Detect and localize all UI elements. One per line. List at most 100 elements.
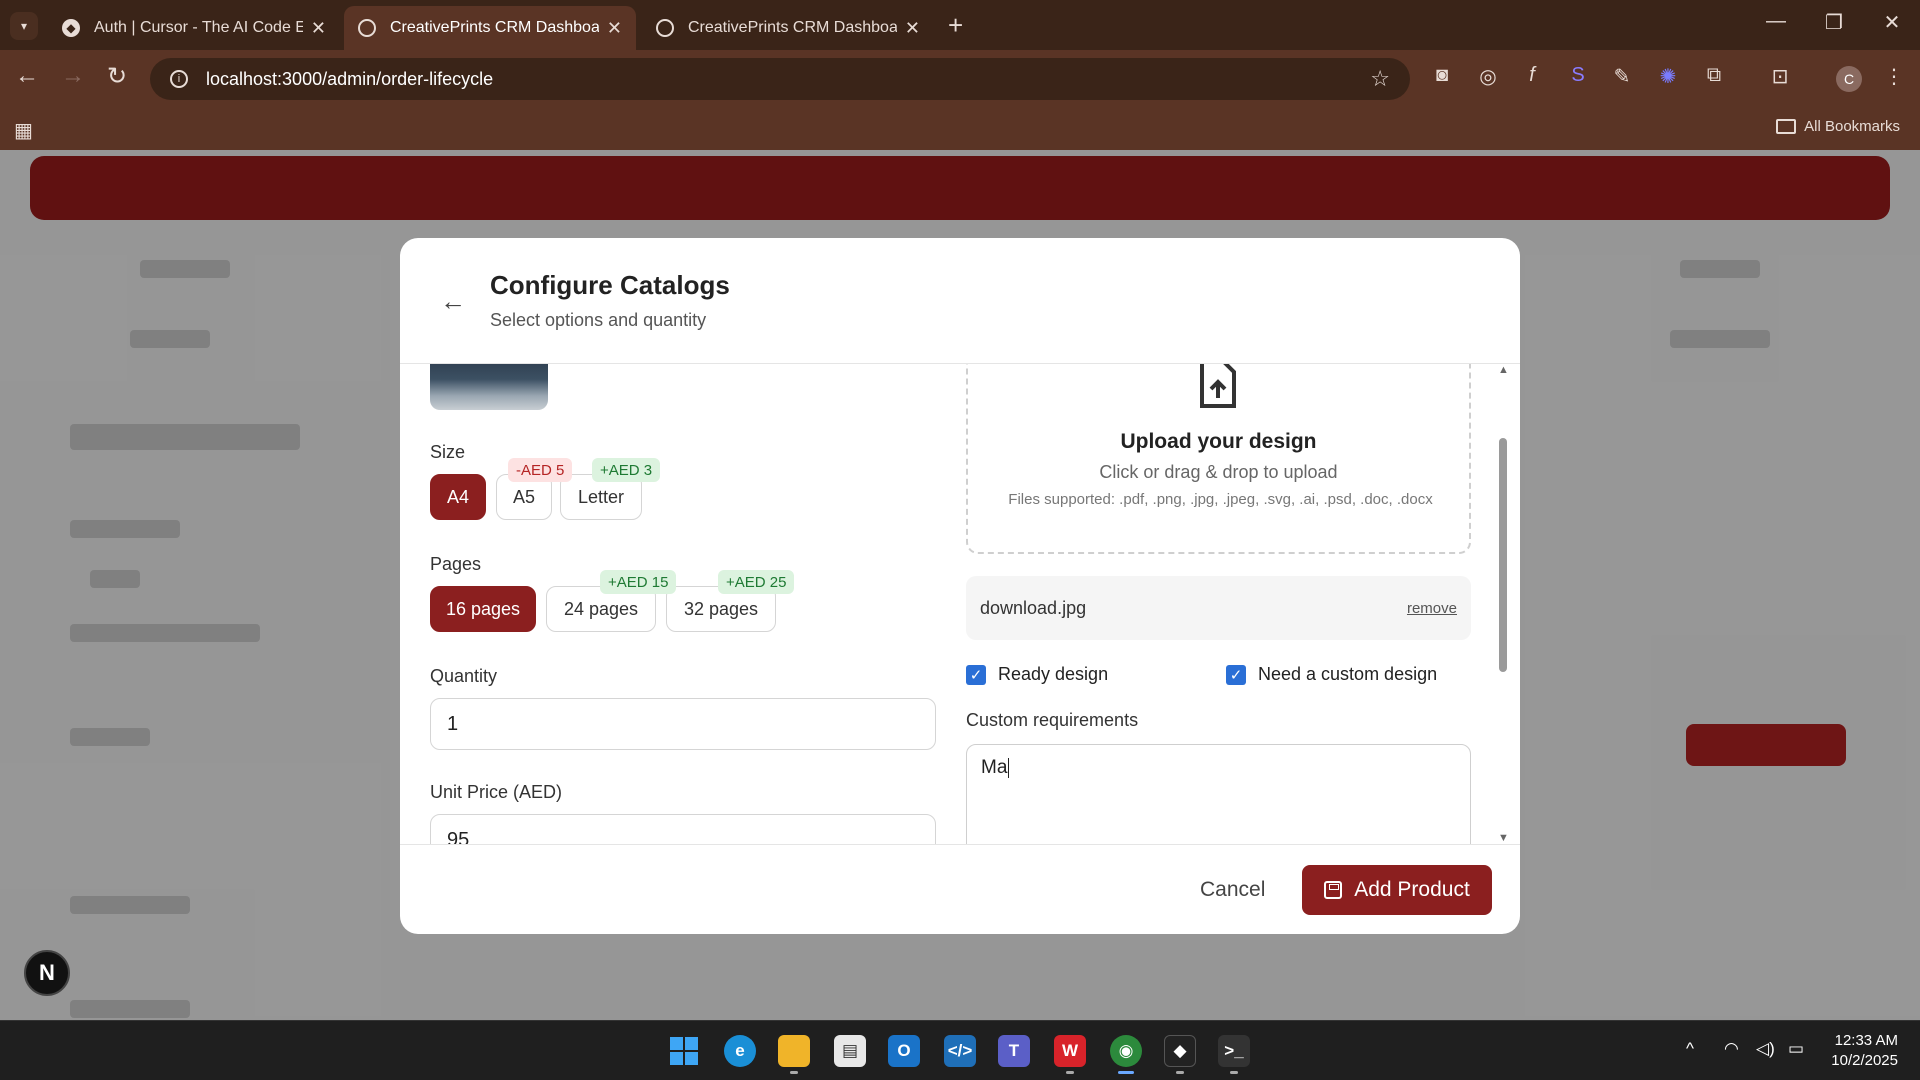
pages-label: Pages — [430, 554, 482, 574]
all-bookmarks-label: All Bookmarks — [1804, 118, 1900, 135]
globe-icon — [656, 19, 674, 37]
all-bookmarks[interactable]: All Bookmarks — [1776, 118, 1900, 135]
puzzle-extensions-icon[interactable]: ⧉ — [1700, 64, 1728, 92]
bookmark-star-icon[interactable]: ☆ — [1370, 66, 1390, 92]
scroll-up-arrow-icon[interactable]: ▲ — [1498, 364, 1509, 376]
upload-hint: Click or drag & drop to upload — [1099, 462, 1338, 482]
tab-title: Auth | Cursor - The AI Code Editor — [94, 19, 303, 36]
compass-extension-icon[interactable]: ◎ — [1474, 64, 1502, 92]
camera-extension-icon[interactable]: ◙ — [1428, 64, 1456, 92]
custom-design-checkbox[interactable]: ✓ — [1226, 664, 1246, 685]
eyedropper-extension-icon[interactable]: ✎ — [1608, 64, 1636, 92]
unit-price-input[interactable]: 95 — [430, 814, 936, 844]
browser-tab-crm-active[interactable]: CreativePrints CRM Dashboard ✕ — [344, 6, 636, 50]
modal-title: Configure Catalogs — [490, 270, 730, 300]
file-explorer-icon[interactable] — [778, 1035, 810, 1067]
price-adjust-badge: +AED 15 — [600, 570, 677, 594]
forward-arrow-icon[interactable]: → — [56, 62, 90, 90]
size-option-a4[interactable]: A4 — [430, 474, 486, 520]
running-indicator — [790, 1071, 798, 1074]
teams-icon[interactable]: T — [998, 1035, 1030, 1067]
edge-icon[interactable]: e — [724, 1035, 756, 1067]
start-icon[interactable] — [668, 1035, 700, 1067]
tab-close-icon[interactable]: ✕ — [607, 18, 622, 39]
gear-extension-icon[interactable]: ✺ — [1654, 64, 1682, 92]
wps-icon[interactable]: W — [1054, 1035, 1086, 1067]
browser-tab-cursor[interactable]: ◆ Auth | Cursor - The AI Code Editor ✕ — [48, 6, 340, 50]
price-adjust-badge: +AED 3 — [592, 458, 661, 482]
store-icon[interactable]: ▤ — [834, 1035, 866, 1067]
apps-grid-icon[interactable]: ▦ — [14, 118, 33, 143]
outlook-icon[interactable]: O — [888, 1035, 920, 1067]
modal-footer: Cancel Add Product — [400, 844, 1520, 934]
bookmarks-bar: ▦ All Bookmarks — [0, 108, 1920, 150]
running-indicator — [1176, 1071, 1184, 1074]
uploaded-file-name: download.jpg — [980, 597, 1087, 618]
scroll-down-arrow-icon[interactable]: ▼ — [1498, 832, 1509, 844]
tab-close-icon[interactable]: ✕ — [905, 18, 920, 39]
restore-icon[interactable]: ❐ — [1814, 10, 1854, 35]
unit-price-label: Unit Price (AED) — [430, 782, 563, 802]
modal-header: ← Configure Catalogs Select options and … — [400, 238, 1520, 364]
close-window-icon[interactable]: ✕ — [1872, 10, 1912, 35]
vscode-icon[interactable]: </> — [944, 1035, 976, 1067]
s-extension-icon[interactable]: S — [1564, 64, 1592, 92]
address-bar[interactable]: i localhost:3000/admin/order-lifecycle ☆ — [150, 58, 1410, 100]
chrome-icon[interactable]: ◉ — [1110, 1035, 1142, 1067]
clock-date: 10/2/2025 — [1831, 1052, 1898, 1069]
pages-option-16[interactable]: 16 pages — [430, 586, 536, 632]
price-adjust-badge: +AED 25 — [718, 570, 795, 594]
battery-icon[interactable]: ▭ — [1788, 1039, 1804, 1059]
nextjs-dev-badge[interactable]: N — [24, 950, 70, 996]
function-extension-icon[interactable]: f — [1518, 64, 1546, 92]
add-product-label: Add Product — [1354, 878, 1470, 901]
custom-requirements-textarea[interactable]: Ma — [966, 744, 1471, 844]
design-upload-dropzone[interactable]: Upload your design Click or drag & drop … — [966, 364, 1471, 554]
back-arrow-icon[interactable]: ← — [10, 62, 44, 90]
size-label: Size — [430, 442, 466, 462]
windows-taskbar: e ▤ O </> T W ◉ ◆ >_ ^ ◠ ◁) ▭ 12:33 AM 1… — [0, 1020, 1920, 1080]
running-indicator — [1066, 1071, 1074, 1074]
ready-design-checkbox[interactable]: ✓ — [966, 664, 986, 685]
kebab-menu-icon[interactable]: ⋮ — [1880, 64, 1908, 92]
wifi-icon[interactable]: ◠ — [1724, 1039, 1739, 1059]
cursor-icon[interactable]: ◆ — [1164, 1035, 1196, 1067]
save-icon — [1324, 881, 1343, 899]
modal-scroll-body[interactable]: Size A4 A5 Letter -AED 5 +AED 3 Pages 16… — [400, 364, 1520, 844]
scrollbar-thumb[interactable] — [1499, 438, 1507, 672]
upload-title: Upload your design — [1120, 430, 1317, 453]
screenshot-icon[interactable]: ⊡ — [1766, 64, 1794, 92]
reload-icon[interactable]: ↻ — [100, 62, 134, 91]
add-product-button[interactable]: Add Product — [1302, 865, 1492, 915]
volume-icon[interactable]: ◁) — [1756, 1039, 1775, 1059]
modal-subtitle: Select options and quantity — [490, 310, 707, 330]
tab-title: CreativePrints CRM Dashboard — [390, 19, 599, 36]
remove-file-link[interactable]: remove — [1407, 600, 1457, 617]
price-adjust-badge: -AED 5 — [508, 458, 573, 482]
folder-icon — [1776, 119, 1797, 134]
browser-tab-crm[interactable]: CreativePrints CRM Dashboard ✕ — [642, 6, 934, 50]
site-info-icon[interactable]: i — [170, 70, 188, 88]
minimize-icon[interactable]: — — [1756, 10, 1796, 33]
system-clock[interactable]: 12:33 AM 10/2/2025 — [1831, 1031, 1898, 1071]
ready-design-label: Ready design — [998, 664, 1109, 684]
terminal-icon[interactable]: >_ — [1218, 1035, 1250, 1067]
new-tab-plus-icon[interactable]: + — [948, 10, 963, 41]
tab-title: CreativePrints CRM Dashboard — [688, 19, 897, 36]
globe-icon — [358, 19, 376, 37]
url-text: localhost:3000/admin/order-lifecycle — [206, 68, 494, 89]
tab-close-icon[interactable]: ✕ — [311, 18, 326, 39]
cancel-button[interactable]: Cancel — [1180, 865, 1285, 915]
tab-search-chevron-icon[interactable]: ▾ — [10, 12, 38, 40]
quantity-input[interactable]: 1 — [430, 698, 936, 750]
custom-design-checkbox-row[interactable]: ✓ Need a custom design — [1226, 664, 1437, 685]
modal-scrollbar[interactable]: ▲ ▼ — [1496, 364, 1510, 844]
tray-chevron-icon[interactable]: ^ — [1686, 1039, 1694, 1059]
back-arrow-icon[interactable]: ← — [440, 286, 466, 317]
ready-design-checkbox-row[interactable]: ✓ Ready design — [966, 664, 1108, 685]
custom-requirements-text: Ma — [981, 757, 1008, 778]
quantity-label: Quantity — [430, 666, 498, 686]
configure-product-modal: ← Configure Catalogs Select options and … — [400, 238, 1520, 934]
profile-avatar[interactable]: C — [1836, 66, 1862, 92]
running-indicator — [1230, 1071, 1238, 1074]
